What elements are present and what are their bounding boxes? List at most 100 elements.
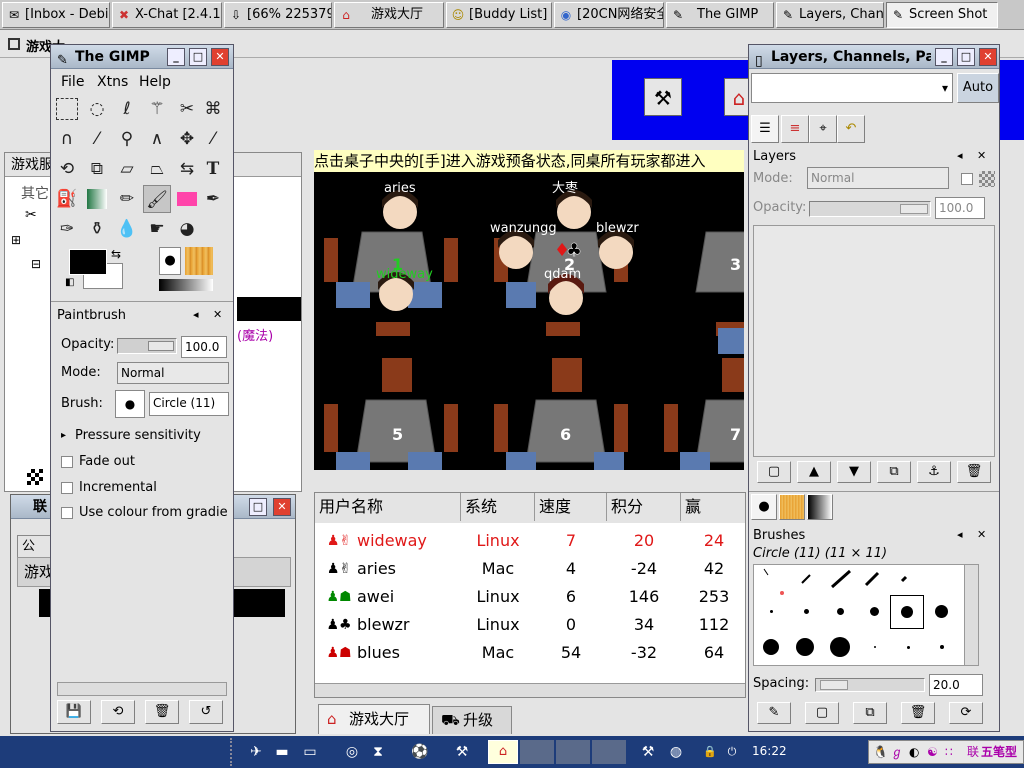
browser-icon[interactable]: ◎ bbox=[340, 741, 364, 763]
opacity-value[interactable]: 100.0 bbox=[181, 336, 227, 358]
folder-icon[interactable]: ▭ bbox=[298, 741, 322, 763]
minimize-button[interactable]: _ bbox=[935, 48, 953, 66]
dodge-burn-tool[interactable]: ◕ bbox=[173, 215, 201, 243]
brush-circle-05[interactable] bbox=[804, 609, 809, 614]
measure-tool[interactable]: ∧ bbox=[143, 125, 171, 153]
ink-tool[interactable]: ✑ bbox=[53, 215, 81, 243]
gradient-checkbox[interactable] bbox=[61, 507, 73, 519]
brush-preview[interactable]: ● bbox=[159, 247, 181, 275]
soccer-icon[interactable]: ⚽ bbox=[408, 741, 432, 763]
minimize-button[interactable]: _ bbox=[167, 48, 185, 66]
col-username[interactable]: 用户名称 bbox=[315, 493, 461, 521]
spacing-value[interactable]: 20.0 bbox=[929, 674, 983, 696]
task-download[interactable]: ⇩ [66% 225379 bbox=[224, 2, 332, 28]
tab-upgrade[interactable]: ⛟ 升级 bbox=[432, 706, 512, 734]
bucket-fill-tool[interactable]: ⛽ bbox=[53, 185, 81, 213]
layer-opacity-value[interactable]: 100.0 bbox=[935, 197, 985, 219]
brush-circle-13[interactable] bbox=[935, 605, 948, 618]
maximize-button[interactable]: □ bbox=[957, 48, 975, 66]
image-selector[interactable]: ▾ bbox=[751, 73, 953, 103]
auto-button[interactable]: Auto bbox=[957, 73, 999, 103]
foreground-color-swatch[interactable] bbox=[69, 249, 107, 275]
edit-brush-button[interactable]: ✎ bbox=[757, 702, 791, 724]
tools-button[interactable]: ⚒ bbox=[644, 78, 682, 116]
new-brush-button[interactable]: ▢ bbox=[805, 702, 839, 724]
table-row[interactable]: ♟✌ aries Mac 4 -24 42 bbox=[315, 555, 745, 583]
brush-circle-17[interactable] bbox=[796, 638, 814, 656]
brushes-tab-icon[interactable]: ● bbox=[751, 494, 777, 520]
close-tab-icon[interactable]: ✕ bbox=[977, 528, 986, 541]
table-row[interactable]: ♟♣ blewzr Linux 0 34 112 bbox=[315, 611, 745, 639]
terminal-icon[interactable]: ▬ bbox=[270, 741, 294, 763]
spacing-slider[interactable] bbox=[815, 678, 925, 692]
delete-layer-button[interactable]: 🗑 bbox=[957, 461, 991, 483]
close-button[interactable]: ✕ bbox=[211, 48, 229, 66]
delete-brush-button[interactable]: 🗑 bbox=[901, 702, 935, 724]
col-speed[interactable]: 速度 bbox=[535, 493, 607, 521]
blur-tool[interactable]: 💧 bbox=[113, 215, 141, 243]
hourglass-icon[interactable]: ⧗ bbox=[366, 741, 390, 763]
desktop-pager-1[interactable]: ⌂ bbox=[488, 740, 518, 764]
close-tab-icon[interactable]: ✕ bbox=[213, 308, 222, 321]
gradients-tab-icon[interactable] bbox=[807, 494, 833, 520]
move-tool[interactable]: ✥ bbox=[173, 125, 201, 153]
clock[interactable]: 16:22 bbox=[752, 744, 787, 758]
clone-tool[interactable]: ⚱ bbox=[83, 215, 111, 243]
task-gimp[interactable]: ✎ The GIMP bbox=[666, 2, 774, 28]
expander-arrow-icon[interactable]: ▸ bbox=[61, 430, 66, 441]
col-win[interactable]: 赢 bbox=[681, 493, 745, 521]
eraser-tool[interactable] bbox=[177, 192, 197, 206]
scissors-tool[interactable]: ✂ bbox=[173, 95, 201, 123]
fullwidth-icon[interactable]: ◐ bbox=[909, 741, 919, 763]
brush-grid[interactable] bbox=[753, 564, 979, 666]
paths-tool[interactable]: ∩ bbox=[53, 125, 81, 153]
zoom-tool[interactable]: ⚲ bbox=[113, 125, 141, 153]
color-picker-tool[interactable]: ⁄ bbox=[83, 125, 111, 153]
col-score[interactable]: 积分 bbox=[607, 493, 681, 521]
delete-options-button[interactable]: 🗑 bbox=[145, 700, 179, 724]
swap-colors-icon[interactable]: ⇆ bbox=[111, 247, 121, 261]
options-hscrollbar[interactable] bbox=[57, 682, 227, 696]
keep-transparency-checkbox[interactable] bbox=[961, 173, 973, 185]
dock-menu-icon[interactable]: ◂ bbox=[957, 528, 963, 541]
task-layers[interactable]: ✎ Layers, Chan bbox=[776, 2, 884, 28]
paths-tab-icon[interactable]: ⌖ bbox=[809, 115, 837, 143]
ellipse-select-tool[interactable]: ◌ bbox=[83, 95, 111, 123]
pressure-sensitivity-expander[interactable]: Pressure sensitivity bbox=[75, 428, 201, 443]
maximize-button[interactable]: □ bbox=[189, 48, 207, 66]
window-menu-icon[interactable] bbox=[8, 38, 20, 50]
layer-mode-dropdown[interactable]: Normal bbox=[807, 167, 949, 189]
fuzzy-select-tool[interactable]: ⚚ bbox=[143, 95, 171, 123]
rect-select-tool[interactable] bbox=[56, 98, 78, 120]
panel-handle[interactable] bbox=[230, 738, 240, 766]
task-game-lobby[interactable]: ⌂ 游戏大厅 bbox=[334, 2, 444, 28]
col-system[interactable]: 系统 bbox=[461, 493, 535, 521]
opacity-slider[interactable] bbox=[117, 338, 177, 354]
player-list-hscrollbar[interactable] bbox=[315, 683, 745, 697]
ime-mode-icon[interactable]: ℊ bbox=[891, 741, 903, 763]
maximize-button[interactable]: □ bbox=[249, 498, 267, 516]
close-button[interactable]: ✕ bbox=[273, 498, 291, 516]
text-tool[interactable]: T bbox=[199, 155, 227, 183]
table-row[interactable]: ♟☗ blues Mac 54 -32 64 bbox=[315, 639, 745, 667]
anchor-layer-button[interactable]: ⚓ bbox=[917, 461, 951, 483]
dock-menu-icon[interactable]: ◂ bbox=[957, 149, 963, 162]
brush-fuzzy-small[interactable] bbox=[874, 646, 876, 648]
new-layer-button[interactable]: ▢ bbox=[757, 461, 791, 483]
close-tab-icon[interactable]: ✕ bbox=[977, 149, 986, 162]
task-inbox[interactable]: ✉ [Inbox - Debia bbox=[2, 2, 110, 28]
tux-icon[interactable]: 🐧 bbox=[873, 741, 888, 763]
task-screenshot[interactable]: ✎ Screen Shot bbox=[886, 2, 998, 28]
restore-options-button[interactable]: ⟲ bbox=[101, 700, 135, 724]
table-row[interactable]: ♟☗ awei Linux 6 146 253 bbox=[315, 583, 745, 611]
airbrush-tool[interactable]: ✒ bbox=[199, 185, 227, 213]
brush-selector-button[interactable]: ● bbox=[115, 390, 145, 418]
table-row[interactable]: ♟✌ wideway Linux 7 20 24 bbox=[315, 527, 745, 555]
tree-item-other[interactable]: 其它 bbox=[21, 183, 49, 203]
crop-tool[interactable]: ⁄ bbox=[199, 125, 227, 153]
default-colors-icon[interactable]: ◧ bbox=[65, 277, 74, 288]
paintbrush-tool[interactable]: 🖌 bbox=[143, 185, 171, 213]
logout-icon[interactable]: ⏻ bbox=[720, 741, 744, 763]
symbol-icon[interactable]: ∷ bbox=[945, 741, 953, 763]
layers-list[interactable] bbox=[753, 225, 995, 457]
